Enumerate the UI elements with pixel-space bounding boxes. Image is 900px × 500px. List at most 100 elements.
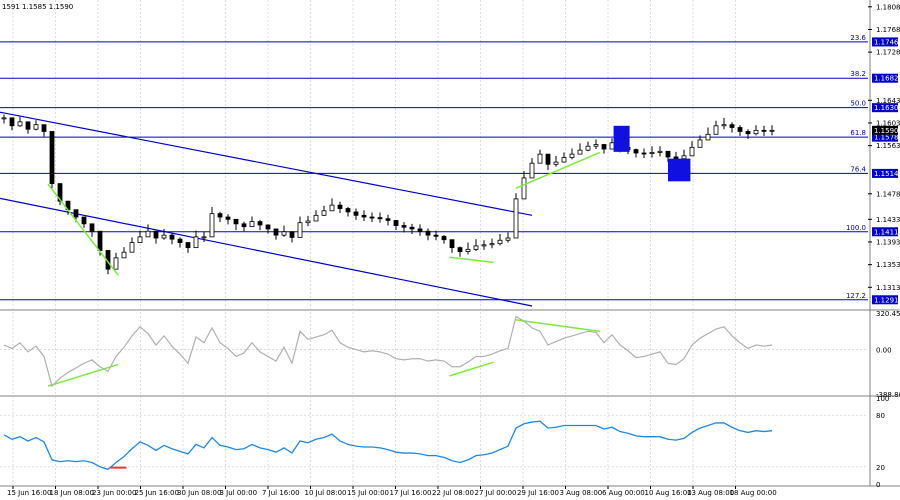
candle-body [353, 211, 359, 216]
candle-body [201, 236, 207, 239]
price-tick-label: 1.1563 [876, 142, 900, 150]
level-price-label: 1.1411 [874, 228, 899, 236]
candle-body [705, 133, 711, 141]
time-tick-label: 23 Jun 00:00 [92, 489, 136, 497]
divergence-lines [47, 151, 601, 387]
candle-body [713, 125, 719, 135]
candle-body [49, 131, 55, 184]
candle-body [601, 144, 607, 150]
candle-body [1, 117, 7, 120]
candle-body [417, 228, 423, 232]
fib-level-label: 61.8 [850, 129, 866, 137]
current-price-label: 1.1590 [874, 127, 899, 135]
rsi-tick-label: 100 [876, 395, 889, 403]
candle-body [241, 223, 247, 228]
ohlc-header: 1591 1.1585 1.1590 [2, 3, 73, 11]
candle-body [169, 234, 175, 240]
time-tick-label: 25 Jun 16:00 [135, 489, 179, 497]
candle-body [193, 236, 199, 249]
candle-body [577, 149, 583, 155]
candle-body [505, 237, 511, 241]
rsi-tick-label: 80 [876, 412, 885, 420]
candle-body [457, 247, 463, 252]
candle-body [377, 217, 383, 220]
rsi-indicator [3, 420, 773, 471]
highlight-block [613, 125, 630, 152]
channel-upper-line [0, 111, 533, 216]
candle-body [521, 177, 527, 200]
candle-body [161, 234, 167, 239]
candle-body [641, 152, 647, 155]
candle-body [297, 222, 303, 238]
fibonacci-levels: 23.6 38.2 50.0 61.8 76.4 100.0 127.2 [0, 34, 868, 301]
price-divergence-line [449, 256, 494, 264]
time-tick-label: 10 Jul 08:00 [305, 489, 347, 497]
candle-body [73, 209, 79, 218]
candle-body [153, 230, 159, 239]
chart-canvas: 23.6 38.2 50.0 61.8 76.4 100.0 127.2 1.1746 1.1… [0, 0, 900, 497]
candle-body [281, 231, 287, 236]
time-tick-label: 27 Jul 00:00 [475, 489, 517, 497]
price-candles [1, 114, 775, 275]
time-tick-label: 7 Jul 16:00 [262, 489, 300, 497]
time-tick-label: 22 Jul 08:00 [432, 489, 474, 497]
candle-body [337, 204, 343, 209]
rsi-series-line [3, 420, 773, 471]
candle-body [121, 251, 127, 259]
candle-body [89, 223, 95, 232]
fib-level-label: 50.0 [850, 100, 866, 108]
candle-body [257, 221, 263, 226]
candle-body [97, 230, 103, 251]
candle-body [137, 236, 143, 243]
candle-body [657, 150, 663, 153]
candle-body [145, 230, 151, 238]
fib-level-label: 38.2 [850, 70, 866, 78]
candle-body [609, 142, 615, 150]
time-axis: 15 Jun 16:0018 Jun 08:0023 Jun 00:0025 J… [7, 486, 777, 497]
fib-level-label: 23.6 [850, 34, 866, 42]
cci-tick-label: 320.4558 [876, 310, 900, 318]
rsi-tick-label: 0 [876, 481, 880, 489]
time-tick-label: 15 Jul 00:00 [347, 489, 389, 497]
candle-body [473, 245, 479, 250]
candle-body [585, 145, 591, 151]
level-price-label: 1.1291 [874, 296, 899, 304]
candle-body [401, 225, 407, 228]
candle-body [249, 221, 255, 228]
time-tick-label: 18 Jun 08:00 [50, 489, 94, 497]
candle-body [185, 242, 191, 249]
candle-body [305, 220, 311, 224]
price-tick-label: 1.1643 [876, 97, 900, 105]
candle-body [681, 155, 687, 160]
candle-body [497, 239, 503, 245]
candle-body [113, 257, 119, 270]
candle-body [369, 216, 375, 219]
candle-body [537, 153, 543, 164]
highlight-block [668, 158, 691, 182]
candle-body [265, 224, 271, 230]
candle-body [409, 226, 415, 230]
level-price-label: 1.1682 [874, 75, 899, 83]
cci-divergence-line [47, 363, 119, 387]
candle-body [433, 234, 439, 237]
cci-tick-label: 0.00 [876, 347, 892, 355]
candle-body [385, 218, 391, 221]
candle-body [529, 162, 535, 179]
price-divergence-line [515, 151, 601, 189]
time-tick-label: 15 Jun 16:00 [7, 489, 51, 497]
price-tick-label: 1.1768 [876, 26, 900, 34]
candle-body [649, 152, 655, 154]
cci-indicator [3, 315, 773, 388]
candle-body [33, 124, 39, 130]
candle-body [41, 124, 47, 132]
level-price-label: 1.1746 [874, 38, 899, 46]
candle-body [129, 242, 135, 253]
candle-body [225, 216, 231, 220]
candle-body [513, 198, 519, 239]
candle-body [673, 156, 679, 160]
candle-body [689, 146, 695, 157]
candle-body [553, 161, 559, 165]
candle-body [697, 139, 703, 148]
candle-body [465, 248, 471, 252]
time-tick-label: 6 Aug 00:00 [602, 489, 645, 497]
